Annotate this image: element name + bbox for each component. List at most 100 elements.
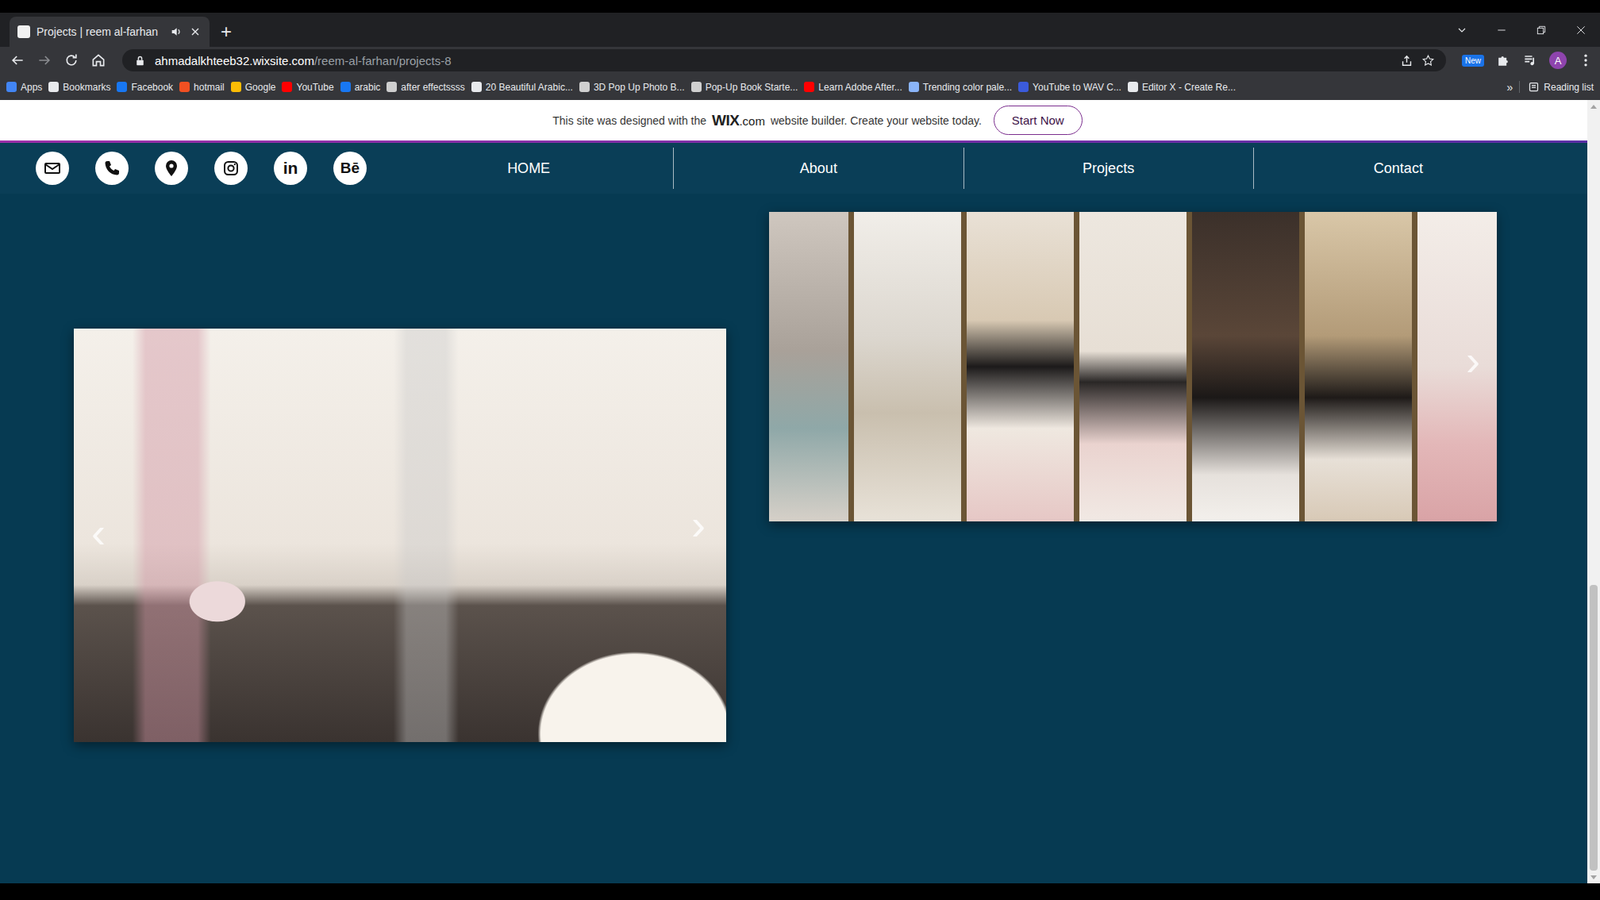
main-menu: HOMEAboutProjectsContact [384,147,1588,189]
location-link[interactable] [154,151,189,185]
bookmark-item[interactable]: arabic [340,81,381,93]
collage-panel [853,211,962,522]
collage-panel [1417,211,1497,522]
close-tab-icon[interactable] [188,25,202,39]
bookmark-favicon-icon [803,81,815,93]
bookmark-item[interactable]: Learn Adobe After... [803,81,902,93]
scroll-up-icon[interactable] [1587,100,1600,113]
collage-panel [1079,211,1187,522]
bookmark-item[interactable]: Bookmarks [48,81,111,93]
back-arrow-icon[interactable] [9,52,26,69]
reading-list-icon [1527,80,1540,93]
interior-collage-slideshow[interactable]: › [769,211,1497,522]
media-control-icon[interactable] [1522,52,1539,69]
slideshow-prev-button[interactable]: ‹ [91,511,106,554]
mail-link[interactable] [35,151,70,185]
menu-item[interactable]: Projects [963,147,1254,189]
bookmark-favicon-icon [179,81,190,93]
phone-link[interactable] [95,151,129,185]
wix-banner: This site was designed with theWIX.comwe… [0,100,1588,141]
star-icon[interactable] [1421,53,1435,68]
speaker-icon[interactable] [169,25,183,39]
bookmark-favicon-icon [579,81,590,93]
bookmark-item[interactable]: 20 Beautiful Arabic... [471,81,574,93]
tab-title: Projects | reem al-farhan [36,25,164,39]
bookmark-favicon-icon [386,81,397,93]
start-now-button[interactable]: Start Now [993,105,1083,135]
bookmark-item[interactable]: 3D Pop Up Photo B... [579,81,685,93]
close-window-icon[interactable] [1574,23,1588,37]
home-icon[interactable] [90,52,107,69]
bookmark-favicon-icon [230,81,242,93]
share-icon[interactable] [1400,53,1414,68]
bookmark-item[interactable]: Editor X - Create Re... [1127,81,1236,93]
restore-icon[interactable] [1534,23,1548,37]
behance-link[interactable]: Bē [333,151,367,185]
scrollbar-track[interactable] [1587,112,1600,871]
page-viewport: This site was designed with theWIX.comwe… [0,100,1600,884]
instagram-icon [221,158,241,178]
more-bookmarks-button[interactable]: » [1507,80,1514,94]
wix-favicon-icon [17,25,31,39]
collage-panel [1192,211,1300,522]
menu-item[interactable]: HOME [384,147,674,189]
profile-avatar[interactable]: A [1549,51,1567,70]
bookmark-favicon-icon [48,81,59,93]
bookmark-item[interactable]: Apps [6,81,43,93]
salon-render-slideshow[interactable]: ‹› [73,328,727,743]
menu-dots-icon[interactable] [1577,52,1594,69]
menu-item[interactable]: Contact [1253,147,1543,189]
tab-search-chevron-icon[interactable] [1455,23,1469,37]
bookmark-item[interactable]: after effectssss [386,81,465,93]
scrollbar-thumb[interactable] [1589,584,1598,871]
window-controls [1455,12,1600,47]
bookmark-item[interactable]: Google [230,81,277,93]
bookmark-item[interactable]: Trending color pale... [908,81,1012,93]
collage-panel [1304,211,1412,522]
bookmark-favicon-icon [691,81,702,93]
phone-icon [102,158,122,178]
web-page: This site was designed with theWIX.comwe… [0,100,1588,884]
linkedin-link[interactable]: in [273,151,308,185]
toolbar: ahmadalkhteeb32.wixsite.com/reem-al-farh… [0,46,1600,74]
browser-window: Projects | reem al-farhan + ahmadalkhteeb3… [0,0,1600,900]
window-frame-bottom [0,883,1600,900]
bookmark-favicon-icon [6,81,17,93]
reading-list-button[interactable]: Reading list [1519,80,1594,93]
new-tab-button[interactable]: + [220,20,232,43]
bookmark-favicon-icon [1127,81,1139,93]
scroll-down-icon[interactable] [1587,870,1600,884]
instagram-link[interactable] [214,151,248,185]
slideshow-next-button[interactable]: › [691,503,706,547]
location-pin-icon [161,158,181,178]
bookmarks-bar: Apps Bookmarks Facebook hotmail Google YouTub… [0,73,1600,100]
collage-panel [769,211,849,522]
lock-icon[interactable] [133,53,147,68]
url-text: ahmadalkhteeb32.wixsite.com/reem-al-farh… [154,53,1393,68]
bookmark-favicon-icon [1018,81,1029,93]
projects-section: ‹›› [0,193,1588,884]
bookmark-item[interactable]: hotmail [179,81,225,93]
tab-bar: Projects | reem al-farhan + [0,12,1600,47]
forward-arrow-icon[interactable] [36,52,53,69]
bookmark-item[interactable]: Pop-Up Book Starte... [691,81,799,93]
bookmark-item[interactable]: YouTube [281,81,334,93]
mail-icon [42,158,62,178]
page-scrollbar[interactable] [1587,100,1600,884]
menu-item[interactable]: About [673,147,963,189]
bookmark-item[interactable]: YouTube to WAV C... [1018,81,1122,93]
address-bar[interactable]: ahmadalkhteeb32.wixsite.com/reem-al-farh… [122,49,1447,72]
collage-next-button[interactable]: › [1465,338,1481,382]
puzzle-icon[interactable] [1495,52,1512,69]
wix-logo: WIX.com [711,111,766,130]
reload-icon[interactable] [63,52,80,69]
extension-new-button[interactable]: New [1461,54,1485,67]
bookmark-favicon-icon [908,81,920,93]
bookmark-favicon-icon [116,81,127,93]
minimize-icon[interactable] [1495,23,1508,37]
browser-tab[interactable]: Projects | reem al-farhan [9,16,210,47]
window-frame [0,0,1600,13]
bookmark-item[interactable]: Facebook [116,81,174,93]
bookmark-favicon-icon [471,81,482,93]
social-links: in Bē [0,151,367,185]
